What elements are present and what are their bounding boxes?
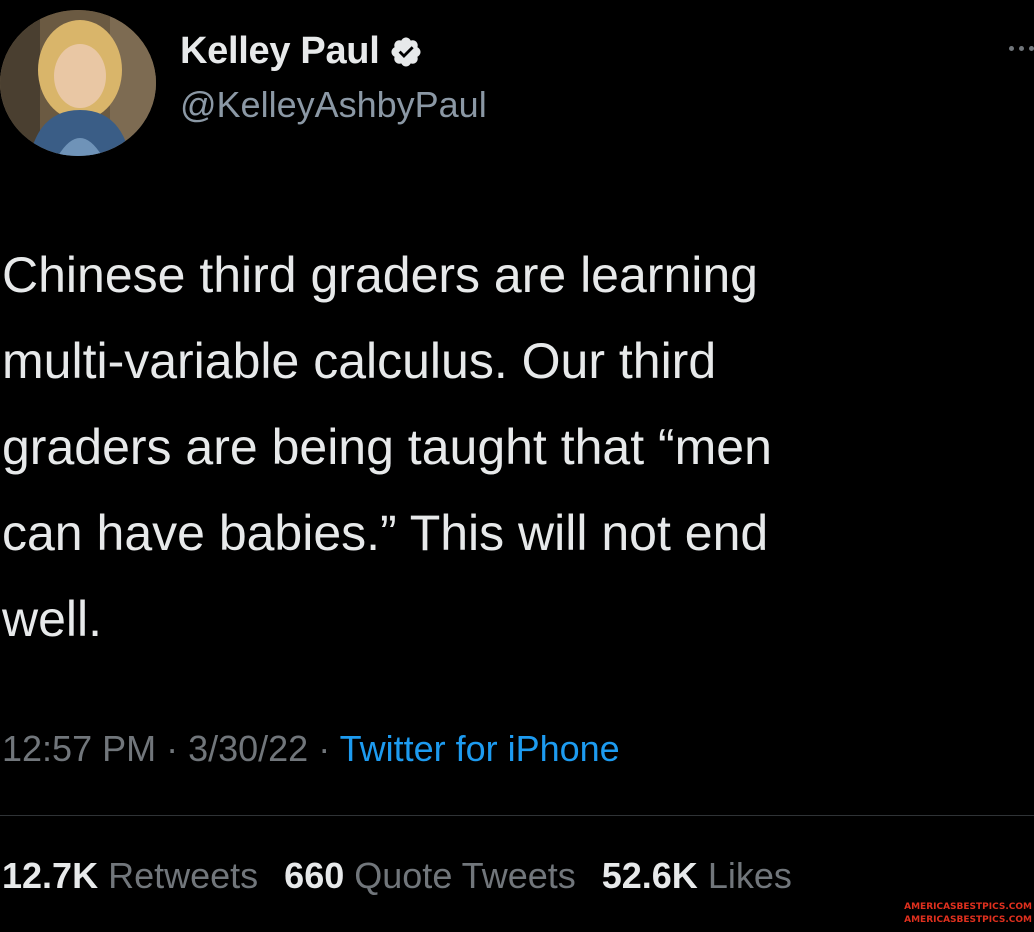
verified-badge-icon [391,36,421,67]
watermark-line: AMERICASBESTPICS.COM [904,915,1032,925]
profile-photo [0,10,156,156]
retweets-stat[interactable]: 12.7K Retweets [2,855,258,896]
more-dot [1019,45,1024,51]
quote-tweets-stat[interactable]: 660 Quote Tweets [284,855,576,896]
divider [0,815,1034,816]
display-name[interactable]: Kelley Paul [180,30,380,73]
more-dot [1009,45,1014,51]
author-name-row[interactable]: Kelley Paul [180,30,423,73]
likes-label: Likes [707,855,792,896]
tweet-stats: 12.7K Retweets 660 Quote Tweets 52.6K Like… [2,855,792,897]
tweet-source-link[interactable]: Twitter for iPhone [340,728,620,769]
avatar[interactable] [0,10,156,156]
likes-stat[interactable]: 52.6K Likes [602,855,792,896]
retweets-count: 12.7K [2,855,99,896]
likes-count: 52.6K [601,855,698,896]
more-options-icon[interactable] [994,38,1034,58]
tweet-meta: 12:57 PM · 3/30/22 · Twitter for iPhone [2,728,620,770]
tweet-time[interactable]: 12:57 PM [2,728,156,769]
quote-tweets-label: Quote Tweets [354,855,576,896]
meta-separator: · [308,728,340,769]
tweet-text: Chinese third graders are learning multi… [2,247,772,647]
watermark: AMERICASBESTPICS.COM AMERICASBESTPICS.CO… [882,900,1032,930]
more-dot [1029,45,1034,51]
tweet-date[interactable]: 3/30/22 [188,728,308,769]
author-handle[interactable]: @KelleyAshbyPaul [180,84,487,126]
watermark-line: AMERICASBESTPICS.COM [904,902,1032,912]
meta-separator: · [156,728,189,769]
quote-tweets-count: 660 [284,855,345,896]
retweets-label: Retweets [108,855,259,896]
